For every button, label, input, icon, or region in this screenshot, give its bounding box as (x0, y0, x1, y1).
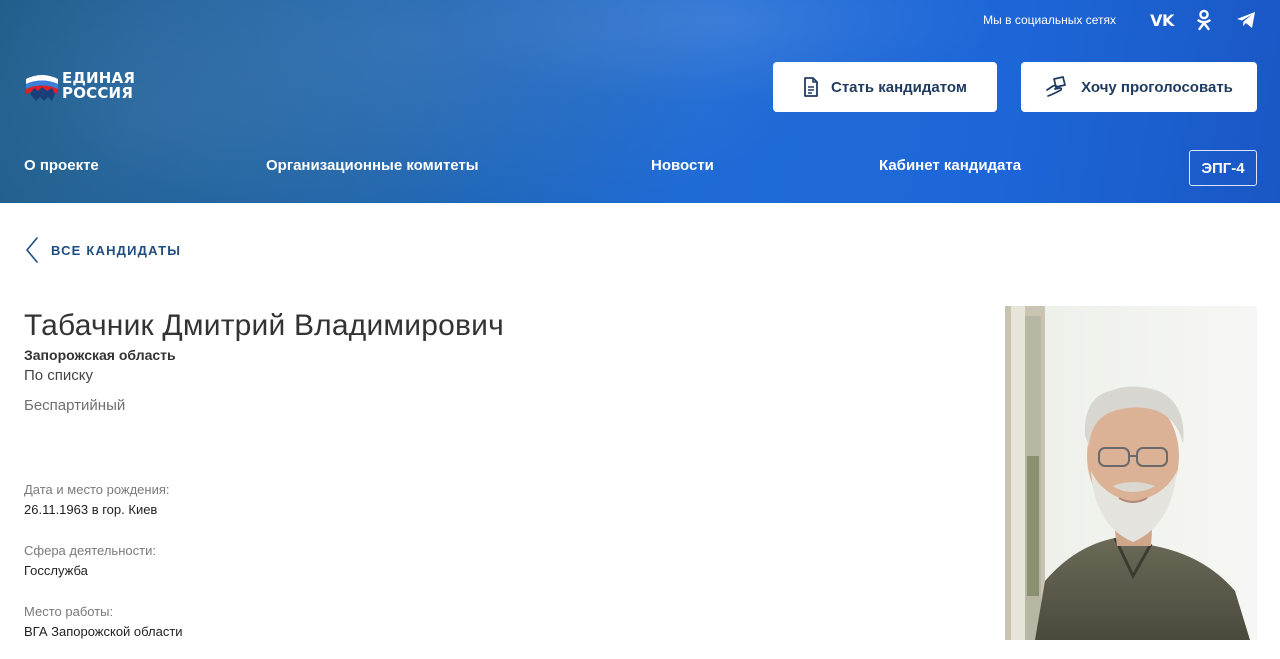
social-links: Мы в социальных сетях VK (983, 9, 1258, 31)
nav-about[interactable]: О проекте (24, 157, 99, 179)
candidate-party: Беспартийный (24, 397, 126, 414)
telegram-icon[interactable] (1234, 9, 1258, 31)
want-to-vote-button[interactable]: Хочу проголосовать (1021, 62, 1257, 112)
birth-label: Дата и место рождения: (24, 482, 170, 497)
logo[interactable]: ЕДИНАЯ РОССИЯ (24, 68, 144, 104)
candidate-region: Запорожская область (24, 347, 176, 363)
workplace-label: Место работы: (24, 604, 114, 619)
candidate-name: Табачник Дмитрий Владимирович (24, 309, 504, 342)
birth-value: 26.11.1963 в гор. Киев (24, 502, 158, 517)
become-candidate-button[interactable]: Стать кандидатом (773, 62, 997, 112)
social-label: Мы в социальных сетях (983, 13, 1116, 27)
nav-committees[interactable]: Организационные комитеты (266, 157, 479, 179)
nav-news[interactable]: Новости (651, 157, 714, 179)
epg-button[interactable]: ЭПГ-4 (1189, 150, 1257, 186)
ballot-hand-icon (1045, 76, 1069, 98)
nav-candidate-cabinet[interactable]: Кабинет кандидата (879, 157, 1021, 179)
document-icon (803, 77, 819, 97)
odnoklassniki-icon[interactable] (1192, 9, 1216, 31)
workplace-value: ВГА Запорожской области (24, 624, 183, 639)
bear-flag-icon (24, 69, 60, 103)
chevron-left-icon (24, 236, 40, 264)
logo-text: ЕДИНАЯ РОССИЯ (62, 69, 136, 102)
candidate-list-type: По списку (24, 367, 94, 384)
candidate-photo (1005, 306, 1257, 640)
activity-label: Сфера деятельности: (24, 543, 156, 558)
activity-value: Госслужба (24, 563, 88, 578)
back-label: ВСЕ КАНДИДАТЫ (51, 242, 182, 258)
vk-icon[interactable]: VK (1150, 9, 1174, 31)
back-to-all-candidates-link[interactable]: ВСЕ КАНДИДАТЫ (24, 236, 181, 264)
site-header: Мы в социальных сетях VK ЕДИНАЯ РОССИЯ С… (0, 0, 1280, 203)
